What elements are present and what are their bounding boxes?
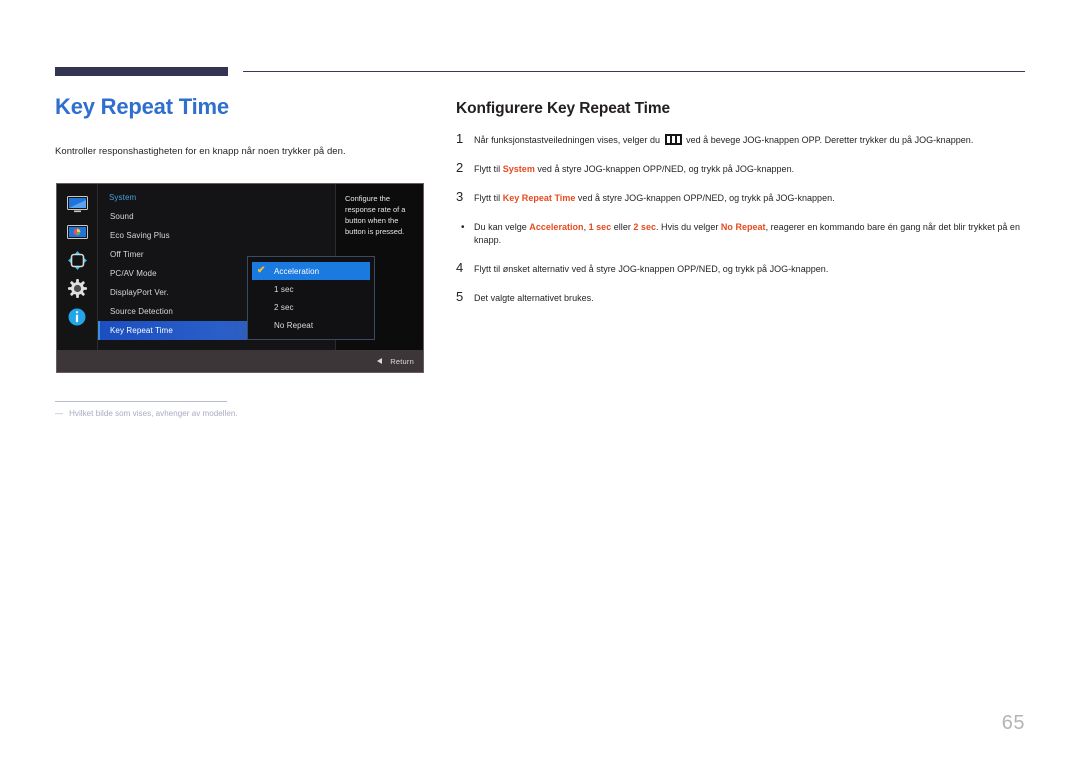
- page-title: Key Repeat Time: [55, 94, 229, 119]
- highlighted-term: 2 sec: [633, 222, 657, 233]
- step-text: Du kan velge Acceleration, 1 sec eller 2…: [474, 221, 1028, 247]
- picture-icon[interactable]: [66, 223, 88, 242]
- step-bullet-marker: •: [461, 222, 465, 234]
- step-text-fragment: Flytt til: [474, 164, 503, 175]
- step-item: 3 Flytt til Key Repeat Time ved å styre J…: [456, 189, 1028, 205]
- step-text: Når funksjonstastveiledningen vises, vel…: [474, 134, 1028, 147]
- monitor-icon[interactable]: [66, 195, 88, 214]
- osd-icon-sidebar: [57, 184, 97, 352]
- document-page: Key Repeat Time Kontroller responshastig…: [0, 0, 1080, 763]
- step-item: 1 Når funksjonstastveiledningen vises, ve…: [456, 131, 1028, 147]
- osd-return-label: Return: [390, 356, 414, 366]
- step-number: 5: [456, 289, 464, 305]
- step-text: Det valgte alternativet brukes.: [474, 292, 1028, 305]
- step-text-fragment: eller: [611, 222, 634, 233]
- highlighted-term: System: [502, 164, 535, 175]
- footnote-dash: ―: [55, 409, 64, 418]
- step-text-fragment: Det valgte alternativet brukes.: [474, 293, 594, 304]
- section-title: Konfigurere Key Repeat Time: [456, 100, 671, 117]
- osd-option-label: 1 sec: [274, 284, 294, 294]
- step-number: 3: [456, 189, 464, 205]
- highlighted-term: No Repeat: [720, 222, 766, 233]
- step-text-fragment: ved å styre JOG-knappen OPP/NED, og tryk…: [575, 193, 835, 204]
- osd-return-bar[interactable]: Return: [57, 350, 423, 372]
- step-text-fragment: Flytt til ønsket alternativ ved å styre …: [474, 264, 829, 275]
- step-number: 4: [456, 260, 464, 276]
- highlighted-term: 1 sec: [588, 222, 612, 233]
- step-text: Flytt til System ved å styre JOG-knappen…: [474, 163, 1028, 176]
- osd-option-acceleration[interactable]: ✔ Acceleration: [252, 262, 370, 280]
- right-column: Konfigurere Key Repeat Time 1 Når funksjo…: [456, 100, 1028, 321]
- step-text-fragment: Flytt til: [474, 193, 503, 204]
- step-item: 5 Det valgte alternativet brukes.: [456, 289, 1028, 305]
- header-rule-thick: [55, 67, 228, 76]
- osd-option-label: No Repeat: [274, 320, 314, 330]
- info-icon[interactable]: [67, 307, 88, 326]
- step-text-fragment: Du kan velge: [474, 222, 530, 233]
- left-column: Key Repeat Time Kontroller responshastig…: [55, 94, 425, 159]
- lead-paragraph: Kontroller responshastigheten for en kna…: [55, 146, 346, 158]
- highlighted-term: Acceleration: [529, 222, 584, 233]
- osd-option-no-repeat[interactable]: No Repeat: [248, 316, 374, 334]
- footnote: ― Hvilket bilde som vises, avhenger av m…: [55, 409, 238, 418]
- osd-body: System Sound ► Eco Saving Plus Off Off T…: [57, 184, 423, 352]
- osd-option-label: 2 sec: [274, 302, 294, 312]
- menu-button-icon: [664, 134, 682, 145]
- step-text: Flytt til ønsket alternativ ved å styre …: [474, 263, 1028, 276]
- osd-dropdown-key-repeat-time: ✔ Acceleration 1 sec 2 sec No Repeat: [247, 256, 375, 340]
- arrow-left-icon: [377, 358, 383, 364]
- steps-list: 1 Når funksjonstastveiledningen vises, ve…: [456, 131, 1028, 305]
- footnote-rule: [55, 401, 227, 402]
- step-item: • Du kan velge Acceleration, 1 sec eller …: [456, 221, 1028, 247]
- osd-screenshot: System Sound ► Eco Saving Plus Off Off T…: [56, 183, 424, 373]
- step-text: Flytt til Key Repeat Time ved å styre JO…: [474, 192, 1028, 205]
- step-text-fragment: Når funksjonstastveiledningen vises, vel…: [474, 135, 663, 145]
- footnote-text: Hvilket bilde som vises, avhenger av mod…: [69, 409, 238, 418]
- step-number: 1: [456, 131, 464, 146]
- osd-option-label: Acceleration: [274, 266, 320, 276]
- step-text-fragment: . Hvis du velger: [656, 222, 721, 233]
- header-rule-thin: [243, 71, 1025, 72]
- osd-option-2-sec[interactable]: 2 sec: [248, 298, 374, 316]
- step-item: 4 Flytt til ønsket alternativ ved å styre…: [456, 260, 1028, 276]
- arrows-icon[interactable]: [67, 251, 88, 270]
- step-text-fragment: ved å bevege JOG-knappen OPP. Deretter t…: [683, 135, 974, 145]
- gear-icon[interactable]: [67, 279, 88, 298]
- step-text-fragment: ved å styre JOG-knappen OPP/NED, og tryk…: [534, 164, 795, 175]
- step-number: 2: [456, 160, 464, 176]
- page-number: 65: [1001, 712, 1025, 734]
- highlighted-term: Key Repeat Time: [502, 193, 576, 204]
- step-item: 2 Flytt til System ved å styre JOG-knappe…: [456, 160, 1028, 176]
- check-icon: ✔: [257, 265, 266, 276]
- osd-option-1-sec[interactable]: 1 sec: [248, 280, 374, 298]
